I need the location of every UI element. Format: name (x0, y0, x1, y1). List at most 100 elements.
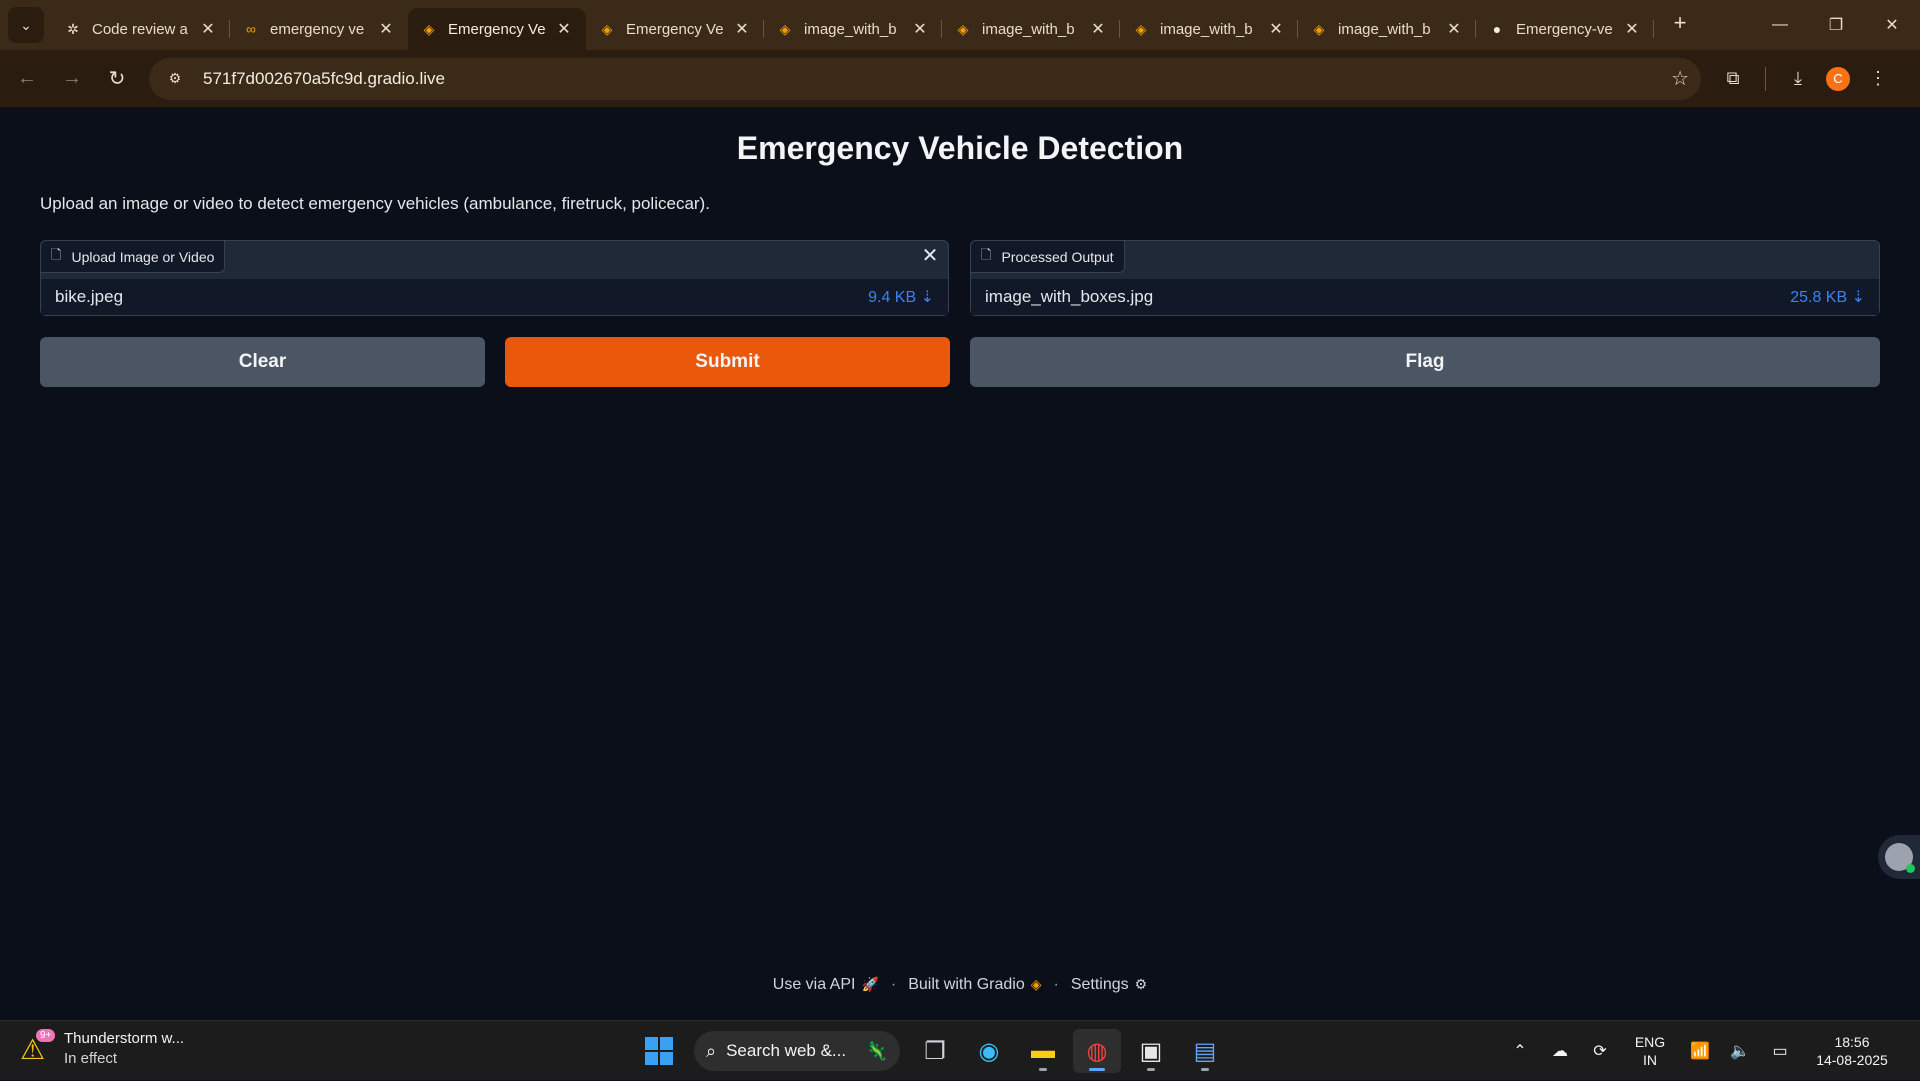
output-label: 🗋 Processed Output (971, 241, 1125, 273)
gradio-page: Emergency Vehicle Detection Upload an im… (0, 108, 1920, 1020)
window-controls: — ❐ ✕ (1752, 0, 1920, 50)
browser-tab[interactable]: ✲ Code review a ✕ (52, 8, 230, 50)
windows-taskbar: ⚠ 9+ Thunderstorm w... In effect ⌕ Search… (0, 1020, 1920, 1080)
output-label-text: Processed Output (1001, 248, 1114, 265)
language-code: ENG (1634, 1034, 1666, 1050)
edge-icon: ◉ (978, 1037, 1000, 1065)
language-indicator[interactable]: ENG IN (1620, 1033, 1680, 1069)
running-indicator (1039, 1068, 1047, 1071)
start-button[interactable] (635, 1029, 683, 1073)
new-tab-button[interactable]: + (1662, 5, 1698, 41)
warning-weather-icon: ⚠ 9+ (20, 1029, 56, 1065)
terminal-icon: ▣ (1139, 1037, 1163, 1065)
browser-tab[interactable]: ◈ image_with_b ✕ (1298, 8, 1476, 50)
output-file-component: 🗋 Processed Output image_with_boxes.jpg … (970, 240, 1880, 316)
more-menu-icon[interactable]: ⋮ (1858, 59, 1898, 99)
reload-button[interactable]: ↻ (99, 61, 135, 97)
bookmark-star-icon[interactable]: ☆ (1671, 66, 1689, 91)
close-tab-icon[interactable]: ✕ (1266, 19, 1286, 39)
browser-tab[interactable]: ◈ image_with_b ✕ (764, 8, 942, 50)
clock[interactable]: 18:56 14-08-2025 (1800, 1033, 1920, 1069)
browser-tab[interactable]: ● Emergency-ve ✕ (1476, 8, 1654, 50)
chevron-down-icon: ⌄ (20, 16, 32, 33)
browser-toolbar: ← → ↻ ⚙ 571f7d002670a5fc9d.gradio.live ☆… (0, 50, 1920, 108)
browser-tab[interactable]: ◈ Emergency Ve ✕ (408, 8, 586, 50)
use-via-api-link[interactable]: Use via API 🚀 (773, 976, 879, 994)
clear-file-icon[interactable]: ✕ (918, 243, 942, 267)
minimize-button[interactable]: — (1752, 0, 1808, 50)
task-view-button[interactable]: ❐ (911, 1029, 959, 1073)
tab-title: Emergency Ve (448, 20, 546, 38)
browser-tab[interactable]: ◈ Emergency Ve ✕ (586, 8, 764, 50)
running-indicator (1147, 1068, 1155, 1071)
submit-button[interactable]: Submit (505, 337, 950, 387)
settings-link[interactable]: Settings ⚙ (1071, 976, 1147, 994)
battery-icon[interactable]: ▭ (1760, 1041, 1800, 1061)
close-tab-icon[interactable]: ✕ (1088, 19, 1108, 39)
wifi-icon[interactable]: 📶 (1680, 1041, 1720, 1061)
close-tab-icon[interactable]: ✕ (1622, 19, 1642, 39)
flag-button[interactable]: Flag (970, 337, 1880, 387)
url-text[interactable]: 571f7d002670a5fc9d.gradio.live (203, 69, 1671, 89)
windows-logo-icon (645, 1037, 673, 1065)
notepad-app[interactable]: ▤ (1181, 1029, 1229, 1073)
restore-button[interactable]: ❐ (1808, 0, 1864, 50)
built-with-gradio-text: Built with Gradio (908, 976, 1025, 993)
close-tab-icon[interactable]: ✕ (376, 19, 396, 39)
edge-app[interactable]: ◉ (965, 1029, 1013, 1073)
close-tab-icon[interactable]: ✕ (198, 19, 218, 39)
upload-file-row: bike.jpeg 9.4 KB ⇣ (41, 279, 948, 315)
browser-tab[interactable]: ∞ emergency ve ✕ (230, 8, 408, 50)
clear-button[interactable]: Clear (40, 337, 485, 387)
chrome-app[interactable]: ◍ (1073, 1029, 1121, 1073)
floating-avatar-button[interactable] (1878, 835, 1920, 879)
onedrive-error-icon[interactable]: ☁ (1540, 1041, 1580, 1061)
github-icon: ● (1492, 21, 1502, 37)
toolbar-divider (1765, 66, 1766, 91)
sync-icon[interactable]: ⟳ (1580, 1041, 1620, 1061)
tab-title: Emergency-ve (1516, 20, 1613, 38)
extensions-icon[interactable]: ⧉ (1713, 59, 1753, 99)
close-tab-icon[interactable]: ✕ (910, 19, 930, 39)
close-tab-icon[interactable]: ✕ (732, 19, 752, 39)
browser-tab[interactable]: ◈ image_with_b ✕ (1120, 8, 1298, 50)
download-icon[interactable]: ⤓ (1778, 59, 1818, 99)
output-file-name: image_with_boxes.jpg (985, 287, 1154, 306)
tab-title: image_with_b (982, 20, 1075, 38)
avatar (1885, 843, 1915, 873)
built-with-gradio-link[interactable]: Built with Gradio ◈ (908, 976, 1041, 994)
online-status-dot (1906, 864, 1915, 873)
profile-button[interactable]: C (1818, 59, 1858, 99)
upload-file-component[interactable]: 🗋 Upload Image or Video ✕ bike.jpeg 9.4 … (40, 240, 949, 316)
close-tab-icon[interactable]: ✕ (1444, 19, 1464, 39)
close-window-button[interactable]: ✕ (1864, 0, 1920, 50)
gradio-icon: ◈ (601, 20, 613, 37)
gradio-icon: ◈ (957, 20, 969, 37)
plus-icon: + (1673, 10, 1687, 35)
chevron-up-icon[interactable]: ⌃ (1500, 1041, 1540, 1061)
address-bar[interactable]: ⚙ 571f7d002670a5fc9d.gradio.live ☆ (149, 57, 1701, 100)
back-button[interactable]: ← (9, 61, 45, 97)
terminal-app[interactable]: ▣ (1127, 1029, 1175, 1073)
site-info-icon[interactable]: ⚙ (161, 65, 189, 93)
forward-button[interactable]: → (54, 61, 90, 97)
taskbar-search[interactable]: ⌕ Search web &... 🦎 (694, 1031, 900, 1071)
task-view-icon: ❐ (924, 1037, 946, 1065)
upload-file-download-link[interactable]: 9.4 KB ⇣ (868, 287, 934, 307)
tab-separator (1653, 20, 1654, 38)
page-description: Upload an image or video to detect emerg… (40, 194, 710, 213)
tab-search-menu[interactable]: ⌄ (8, 7, 44, 43)
gradio-icon: ◈ (423, 20, 435, 37)
close-tab-icon[interactable]: ✕ (554, 19, 574, 39)
upload-file-name: bike.jpeg (55, 287, 124, 306)
browser-tab[interactable]: ◈ image_with_b ✕ (942, 8, 1120, 50)
clock-time: 18:56 (1834, 1034, 1870, 1050)
volume-icon[interactable]: 🔈 (1720, 1041, 1760, 1061)
footer-separator: · (890, 976, 897, 993)
output-file-download-link[interactable]: 25.8 KB ⇣ (1790, 287, 1865, 307)
profile-avatar: C (1826, 66, 1850, 91)
taskbar-search-text: Search web &... (726, 1041, 847, 1060)
file-explorer-app[interactable]: ▬ (1019, 1029, 1067, 1073)
system-tray: ⌃ ☁ ⟳ ENG IN 📶 🔈 ▭ 18:56 14-08-2025 (1500, 1021, 1920, 1081)
weather-widget[interactable]: ⚠ 9+ Thunderstorm w... In effect (20, 1029, 184, 1069)
